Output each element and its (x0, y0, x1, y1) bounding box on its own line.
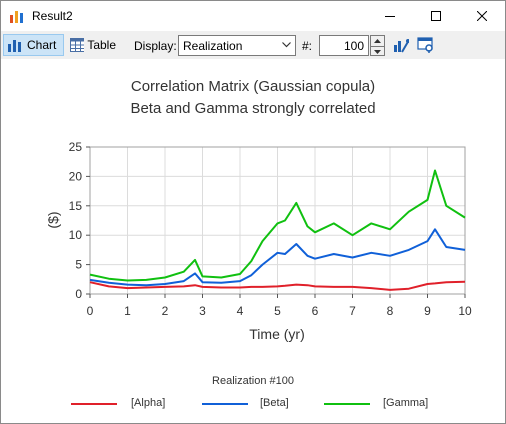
y-tick-label: 20 (69, 169, 83, 183)
y-tick-label: 0 (75, 287, 82, 301)
x-tick-label: 9 (424, 304, 431, 318)
x-tick-label: 10 (458, 304, 472, 318)
chart-grid (90, 147, 465, 294)
legend-swatch-gamma (324, 403, 370, 405)
axis-ticks: 0 1 2 3 4 5 6 7 8 9 10 0 5 10 15 20 25 (69, 140, 472, 318)
legend-label-beta: [Beta] (260, 397, 289, 409)
y-axis-label: ($) (45, 211, 61, 228)
legend-title: Realization #100 (212, 375, 294, 387)
x-tick-label: 4 (237, 304, 244, 318)
result-window: Result2 Chart Table Display: Realization… (0, 0, 506, 424)
x-tick-label: 2 (162, 304, 169, 318)
legend-swatch-beta (202, 403, 248, 405)
x-axis-label: Time (yr) (249, 326, 304, 342)
x-tick-label: 3 (199, 304, 206, 318)
legend-label-gamma: [Gamma] (383, 397, 429, 409)
legend-label-alpha: [Alpha] (131, 397, 166, 409)
x-tick-label: 5 (274, 304, 281, 318)
y-tick-label: 25 (69, 140, 83, 154)
x-tick-label: 7 (349, 304, 356, 318)
legend-swatch-alpha (71, 403, 117, 405)
y-tick-label: 15 (69, 199, 83, 213)
y-tick-label: 5 (75, 258, 82, 272)
x-tick-label: 0 (87, 304, 94, 318)
y-tick-label: 10 (69, 228, 83, 242)
x-tick-label: 1 (124, 304, 131, 318)
line-chart: 0 1 2 3 4 5 6 7 8 9 10 0 5 10 15 20 25 Time (yr) ($) (45, 140, 472, 342)
x-tick-label: 8 (387, 304, 394, 318)
x-tick-label: 6 (312, 304, 319, 318)
